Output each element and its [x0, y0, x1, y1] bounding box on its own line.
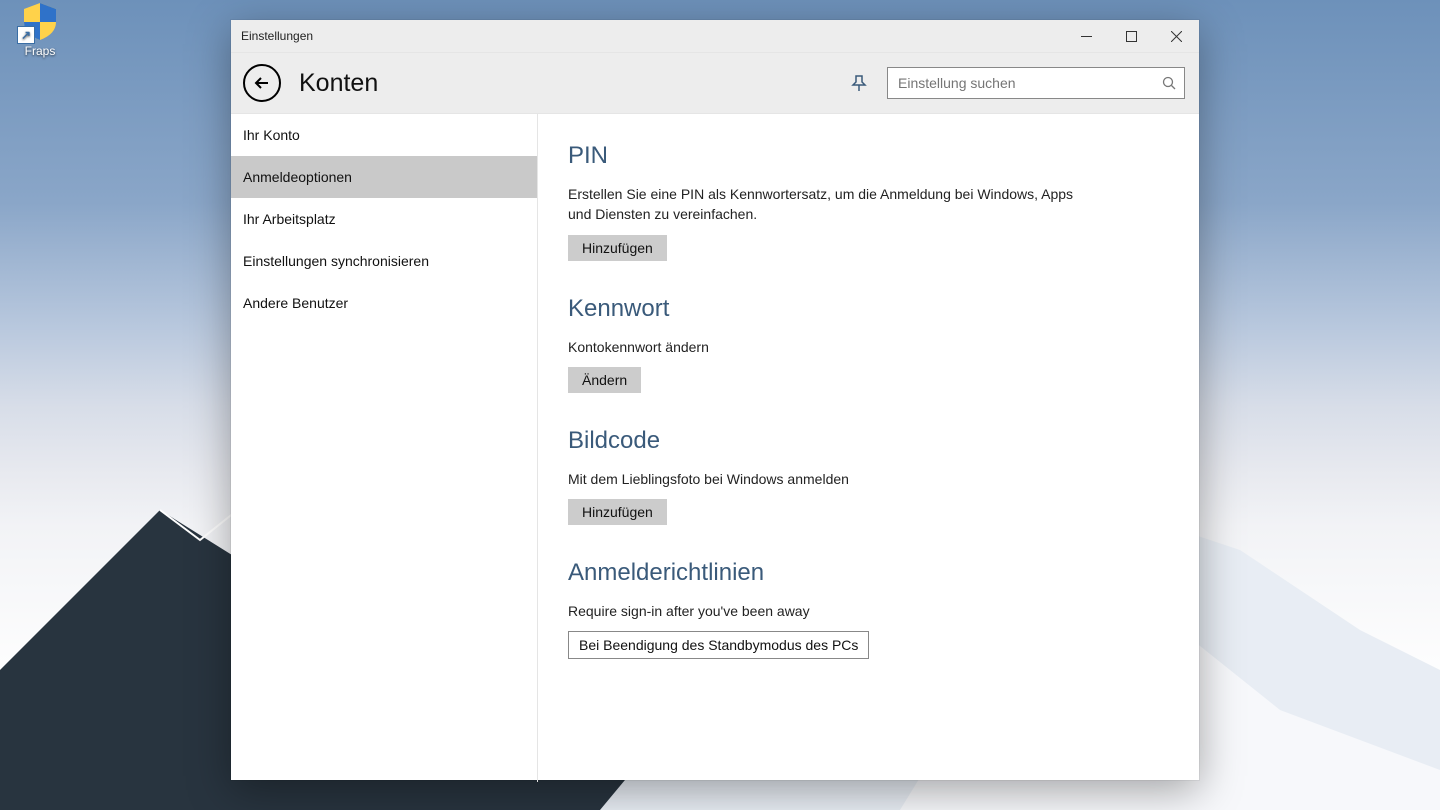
text-policy: Require sign-in after you've been away	[568, 601, 1088, 621]
button-password-change[interactable]: Ändern	[568, 367, 641, 393]
page-title: Konten	[299, 69, 378, 98]
sidebar: Ihr Konto Anmeldeoptionen Ihr Arbeitspla…	[231, 114, 538, 782]
desktop-icon-label: Fraps	[4, 44, 76, 58]
button-picture-add[interactable]: Hinzufügen	[568, 499, 667, 525]
text-picture: Mit dem Lieblingsfoto bei Windows anmeld…	[568, 469, 1088, 489]
titlebar[interactable]: Einstellungen	[231, 20, 1199, 53]
header: Konten	[231, 53, 1199, 114]
heading-pin: PIN	[568, 142, 1169, 170]
heading-password: Kennwort	[568, 295, 1169, 323]
select-signin-policy[interactable]: Bei Beendigung des Standbymodus des PCs	[568, 631, 869, 659]
section-signin-policy: Anmelderichtlinien Require sign-in after…	[568, 559, 1169, 659]
desktop: ↗ Fraps Einstellungen	[0, 0, 1440, 810]
button-pin-add[interactable]: Hinzufügen	[568, 235, 667, 261]
pin-icon	[850, 74, 868, 92]
sidebar-item-account[interactable]: Ihr Konto	[231, 114, 537, 156]
shortcut-arrow-icon: ↗	[17, 26, 35, 44]
text-password: Kontokennwort ändern	[568, 337, 1088, 357]
section-picture-password: Bildcode Mit dem Lieblingsfoto bei Windo…	[568, 427, 1169, 525]
close-button[interactable]	[1154, 20, 1199, 52]
window-title: Einstellungen	[231, 29, 313, 43]
section-pin: PIN Erstellen Sie eine PIN als Kennworte…	[568, 142, 1169, 261]
heading-picture: Bildcode	[568, 427, 1169, 455]
pin-button[interactable]	[845, 74, 873, 92]
sidebar-item-sync[interactable]: Einstellungen synchronisieren	[231, 240, 537, 282]
desktop-icon-fraps[interactable]: ↗ Fraps	[4, 0, 76, 58]
back-button[interactable]	[243, 64, 281, 102]
settings-window: Einstellungen Konten	[231, 20, 1199, 780]
minimize-button[interactable]	[1064, 20, 1109, 52]
search-input[interactable]	[896, 74, 1162, 92]
heading-policy: Anmelderichtlinien	[568, 559, 1169, 587]
sidebar-item-workplace[interactable]: Ihr Arbeitsplatz	[231, 198, 537, 240]
maximize-button[interactable]	[1109, 20, 1154, 52]
search-box[interactable]	[887, 67, 1185, 99]
sidebar-item-other-users[interactable]: Andere Benutzer	[231, 282, 537, 324]
arrow-left-icon	[253, 74, 271, 92]
section-password: Kennwort Kontokennwort ändern Ändern	[568, 295, 1169, 393]
content-area: PIN Erstellen Sie eine PIN als Kennworte…	[538, 114, 1199, 782]
sidebar-item-signin-options[interactable]: Anmeldeoptionen	[231, 156, 537, 198]
search-icon	[1162, 76, 1176, 90]
text-pin: Erstellen Sie eine PIN als Kennwortersat…	[568, 184, 1088, 225]
